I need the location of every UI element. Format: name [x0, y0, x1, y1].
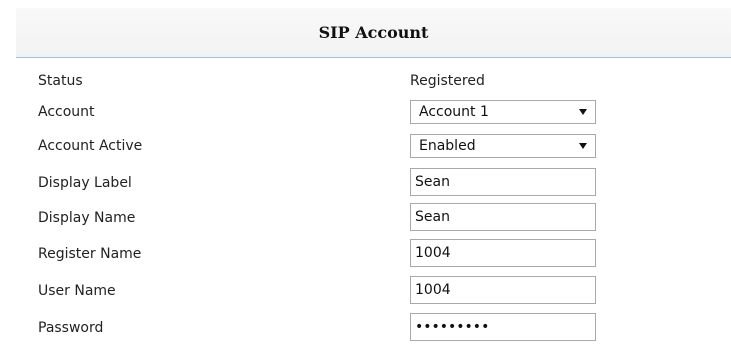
row-password: Password: [16, 313, 731, 343]
status-value: Registered: [410, 73, 485, 89]
display-label-label: Display Label: [38, 175, 132, 191]
row-account-active: Account Active Enabled: [16, 131, 731, 161]
row-display-name: Display Name: [16, 203, 731, 233]
row-status: Status Registered: [16, 66, 731, 96]
password-input[interactable]: [410, 313, 596, 341]
display-label-input[interactable]: [410, 168, 596, 196]
register-name-label: Register Name: [38, 246, 142, 262]
account-active-select[interactable]: Enabled: [410, 134, 596, 158]
row-user-name: User Name: [16, 276, 731, 306]
display-name-input[interactable]: [410, 203, 596, 231]
panel-header: SIP Account: [16, 8, 731, 58]
display-name-label: Display Name: [38, 210, 136, 226]
chevron-down-icon: [579, 143, 587, 149]
row-account: Account Account 1: [16, 97, 731, 127]
account-select-value: Account 1: [419, 104, 489, 120]
panel-title: SIP Account: [318, 23, 429, 42]
account-select[interactable]: Account 1: [410, 100, 596, 124]
user-name-label: User Name: [38, 283, 116, 299]
password-label: Password: [38, 320, 104, 336]
account-active-select-value: Enabled: [419, 138, 476, 154]
status-label: Status: [38, 73, 83, 89]
sip-account-panel: SIP Account Status Registered Account Ac…: [16, 8, 731, 350]
register-name-input[interactable]: [410, 239, 596, 267]
account-label: Account: [38, 104, 95, 120]
row-register-name: Register Name: [16, 239, 731, 269]
row-display-label: Display Label: [16, 168, 731, 198]
account-active-label: Account Active: [38, 138, 143, 154]
chevron-down-icon: [579, 109, 587, 115]
user-name-input[interactable]: [410, 276, 596, 304]
